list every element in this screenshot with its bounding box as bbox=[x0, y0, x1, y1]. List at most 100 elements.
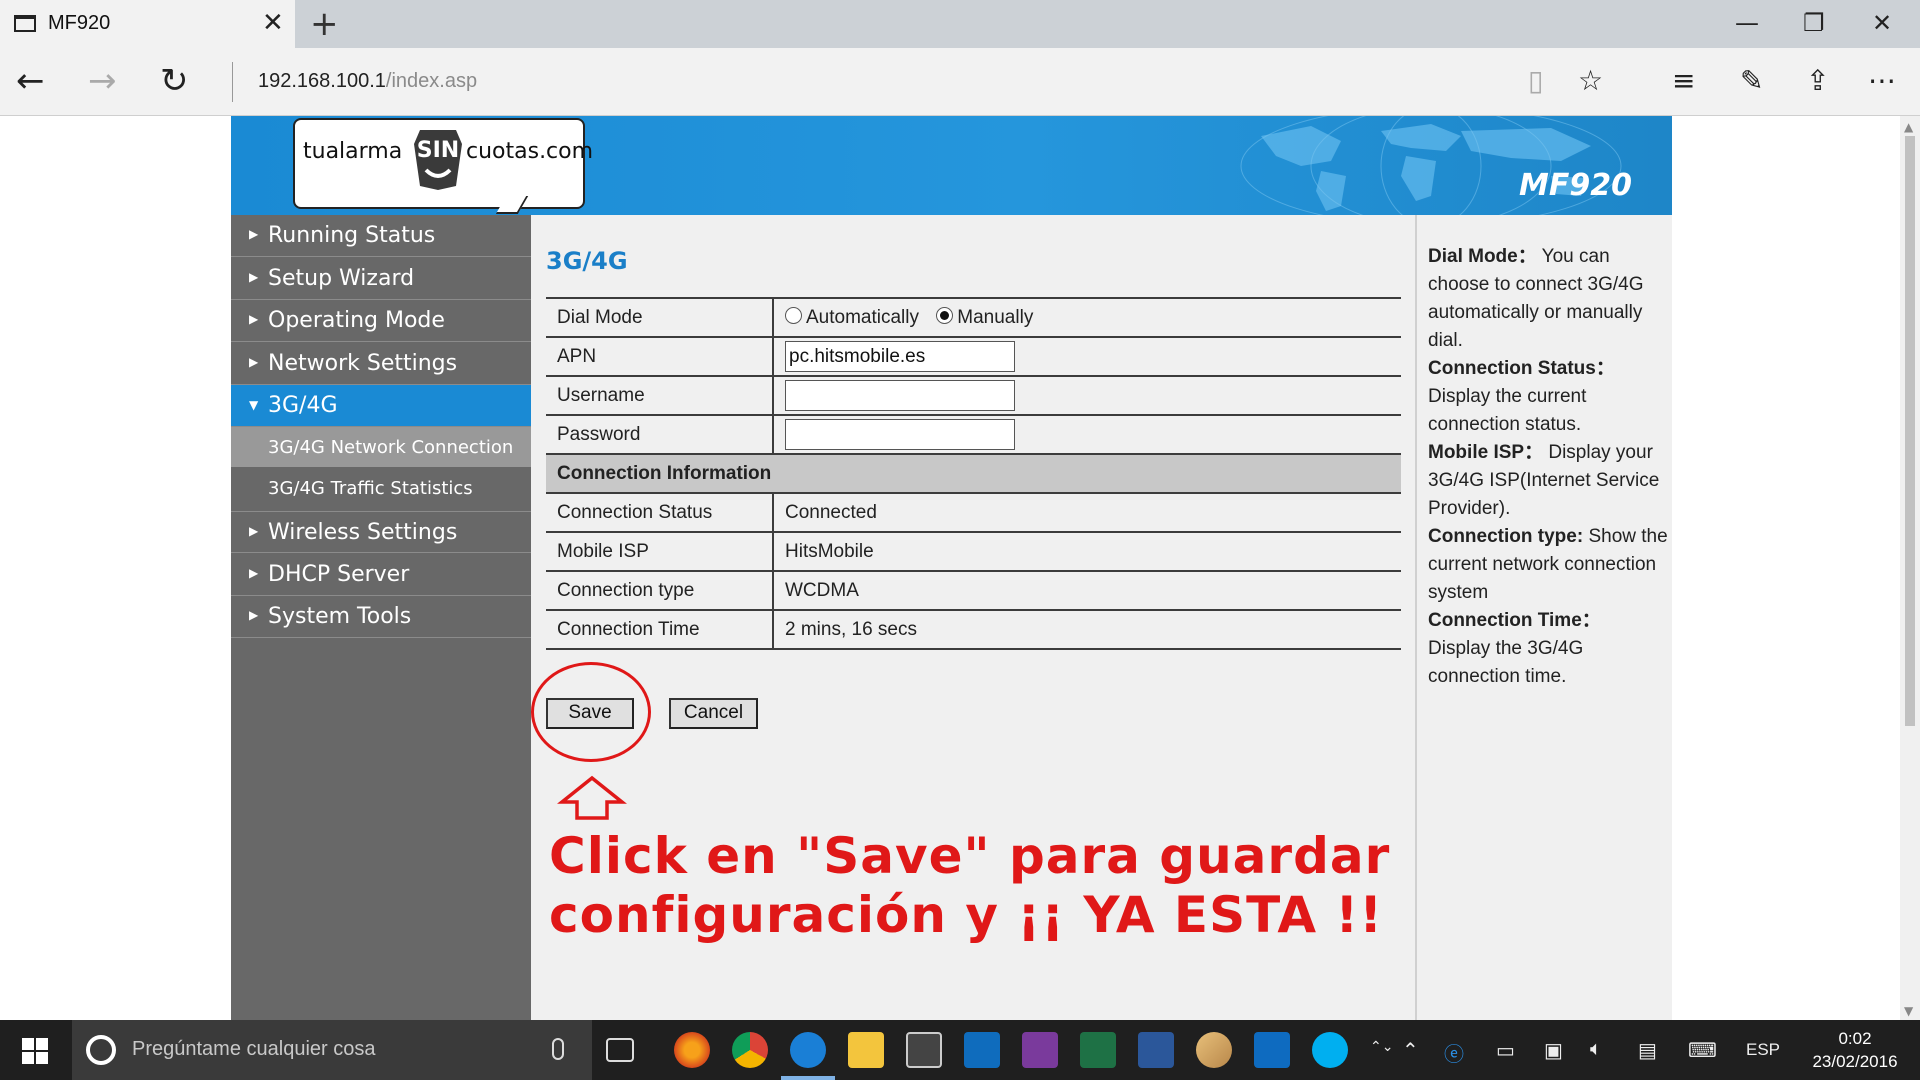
file-explorer-icon[interactable] bbox=[848, 1032, 884, 1068]
active-app-indicator bbox=[781, 1076, 835, 1080]
minimize-icon[interactable]: — bbox=[1735, 8, 1759, 38]
restore-icon[interactable]: ❐ bbox=[1803, 8, 1825, 38]
clock[interactable]: 0:02 23/02/2016 bbox=[1800, 1027, 1910, 1073]
annotation-line-1: Click en "Save" para guardar bbox=[549, 827, 1391, 885]
password-label: Password bbox=[546, 414, 774, 454]
network-icon[interactable]: ▭ bbox=[1496, 1038, 1515, 1063]
task-view-icon[interactable] bbox=[606, 1038, 634, 1062]
address-separator bbox=[232, 62, 233, 102]
help-term: Dial Mode： bbox=[1428, 246, 1537, 267]
language-indicator[interactable]: ESP bbox=[1746, 1040, 1780, 1060]
table-row: APN bbox=[546, 336, 1401, 376]
windows-start-icon[interactable] bbox=[22, 1038, 48, 1064]
sidebar-item-label: 3G/4G bbox=[268, 393, 338, 418]
cancel-button[interactable]: Cancel bbox=[669, 698, 758, 729]
taskbar: Pregúntame cualquier cosa ⌃⌄ ⌃ ⓔ ▭ ▣ 🔈︎ … bbox=[0, 1020, 1920, 1080]
logo-text-right: cuotas.com bbox=[466, 139, 594, 164]
share-icon[interactable]: ⇪ bbox=[1806, 66, 1829, 96]
sidebar-item-3g4g[interactable]: ▼ 3G/4G bbox=[231, 385, 531, 427]
caret-right-icon: ▶ bbox=[249, 270, 259, 284]
vertical-scrollbar[interactable]: ▲ ▼ bbox=[1900, 116, 1920, 1020]
sidebar-item-running-status[interactable]: ▶ Running Status bbox=[231, 215, 531, 257]
taskbar-search[interactable]: Pregúntame cualquier cosa bbox=[72, 1020, 592, 1080]
help-desc: Display the 3G/4G connection time. bbox=[1428, 638, 1584, 687]
forward-icon[interactable]: → bbox=[88, 62, 117, 100]
teamviewer-icon[interactable] bbox=[1254, 1032, 1290, 1068]
sidebar-subitem-label: 3G/4G Network Connection bbox=[268, 437, 514, 458]
window-close-icon[interactable]: ✕ bbox=[1872, 8, 1892, 38]
logo-text-left: tualarma bbox=[303, 139, 403, 164]
skype-icon[interactable] bbox=[1312, 1032, 1348, 1068]
url-path: /index.asp bbox=[385, 70, 478, 92]
volume-icon[interactable]: 🔈︎ bbox=[1590, 1038, 1602, 1061]
url-host: 192.168.100.1 bbox=[258, 70, 386, 92]
microphone-icon[interactable] bbox=[552, 1038, 564, 1060]
dial-mode-options: Automatically Manually bbox=[773, 297, 1401, 337]
sidebar-item-wireless-settings[interactable]: ▶ Wireless Settings bbox=[231, 511, 531, 553]
router-admin: tualarma SIN cuotas.com MF920 ▶ Running … bbox=[231, 116, 1672, 1020]
section-row: Connection Information bbox=[546, 453, 1401, 493]
battery-icon[interactable]: ▣ bbox=[1544, 1038, 1563, 1063]
hub-icon[interactable]: ≡ bbox=[1672, 66, 1695, 96]
more-icon[interactable]: ⋯ bbox=[1868, 66, 1896, 96]
sidebar-subitem-network-connection[interactable]: 3G/4G Network Connection bbox=[231, 427, 531, 467]
sidebar-item-setup-wizard[interactable]: ▶ Setup Wizard bbox=[231, 258, 531, 300]
table-row: Mobile ISP HitsMobile bbox=[546, 531, 1401, 571]
calculator-icon[interactable] bbox=[906, 1032, 942, 1068]
sidebar-item-operating-mode[interactable]: ▶ Operating Mode bbox=[231, 300, 531, 342]
caret-right-icon: ▶ bbox=[249, 524, 259, 538]
taskbar-scroll-icon[interactable]: ⌃⌄ bbox=[1370, 1038, 1393, 1055]
refresh-icon[interactable]: ↻ bbox=[160, 62, 189, 100]
favorite-icon[interactable]: ☆ bbox=[1578, 66, 1603, 96]
new-tab-button[interactable]: + bbox=[310, 5, 339, 43]
action-center-icon[interactable]: ▤ bbox=[1638, 1038, 1657, 1063]
excel-icon[interactable] bbox=[1080, 1032, 1116, 1068]
reading-view-icon[interactable]: ▯ bbox=[1528, 66, 1543, 96]
search-placeholder: Pregúntame cualquier cosa bbox=[132, 1038, 376, 1060]
keyboard-icon[interactable]: ⌨ bbox=[1688, 1038, 1717, 1063]
back-icon[interactable]: ← bbox=[16, 62, 45, 100]
model-title: MF920 bbox=[1519, 168, 1632, 203]
sidebar-item-dhcp-server[interactable]: ▶ DHCP Server bbox=[231, 554, 531, 596]
edge-icon[interactable] bbox=[790, 1032, 826, 1068]
apn-input[interactable] bbox=[785, 341, 1015, 372]
cortana-icon[interactable] bbox=[86, 1035, 116, 1065]
sidebar: ▶ Running Status ▶ Setup Wizard ▶ Operat… bbox=[231, 215, 531, 1020]
url-field[interactable]: 192.168.100.1/index.asp bbox=[258, 70, 477, 93]
help-text: Dial Mode： You can choose to connect 3G/… bbox=[1428, 243, 1668, 691]
ie-tray-icon[interactable]: ⓔ bbox=[1444, 1038, 1464, 1067]
tab-bar: MF920 ✕ + — ❐ ✕ bbox=[0, 0, 1920, 48]
save-button[interactable]: Save bbox=[546, 698, 634, 729]
help-term: Mobile ISP： bbox=[1428, 442, 1544, 463]
sidebar-subitem-traffic-statistics[interactable]: 3G/4G Traffic Statistics bbox=[231, 468, 531, 508]
word-icon[interactable] bbox=[1138, 1032, 1174, 1068]
browser-tab[interactable]: MF920 ✕ bbox=[0, 0, 295, 48]
close-tab-icon[interactable]: ✕ bbox=[262, 9, 284, 37]
username-input[interactable] bbox=[785, 380, 1015, 411]
table-row: Connection Time 2 mins, 16 secs bbox=[546, 609, 1401, 650]
show-hidden-icons-icon[interactable]: ⌃ bbox=[1402, 1038, 1419, 1063]
sidebar-item-network-settings[interactable]: ▶ Network Settings bbox=[231, 343, 531, 385]
outlook-icon[interactable] bbox=[964, 1032, 1000, 1068]
dial-auto-label[interactable]: Automatically bbox=[806, 307, 919, 328]
dial-manual-radio[interactable] bbox=[936, 306, 954, 324]
info-label: Connection Time bbox=[546, 609, 774, 650]
onenote-icon[interactable] bbox=[1022, 1032, 1058, 1068]
page-icon bbox=[14, 15, 36, 32]
paint-icon[interactable] bbox=[1196, 1032, 1232, 1068]
scroll-up-icon[interactable]: ▲ bbox=[1904, 120, 1913, 134]
dial-auto-radio[interactable] bbox=[785, 306, 802, 324]
dial-manual-label[interactable]: Manually bbox=[957, 307, 1033, 328]
help-term: Connection type: bbox=[1428, 526, 1584, 547]
header-banner: tualarma SIN cuotas.com MF920 bbox=[231, 116, 1672, 215]
caret-right-icon: ▶ bbox=[249, 355, 259, 369]
chrome-icon[interactable] bbox=[732, 1032, 768, 1068]
firefox-icon[interactable] bbox=[674, 1032, 710, 1068]
web-note-icon[interactable]: ✎ bbox=[1740, 66, 1763, 96]
scroll-down-icon[interactable]: ▼ bbox=[1904, 1004, 1913, 1018]
address-bar: ← → ↻ 192.168.100.1/index.asp ▯ ☆ ≡ ✎ ⇪ … bbox=[0, 48, 1920, 116]
password-input[interactable] bbox=[785, 419, 1015, 450]
scroll-thumb[interactable] bbox=[1905, 136, 1915, 726]
info-label: Mobile ISP bbox=[546, 531, 774, 571]
sidebar-item-system-tools[interactable]: ▶ System Tools bbox=[231, 596, 531, 638]
